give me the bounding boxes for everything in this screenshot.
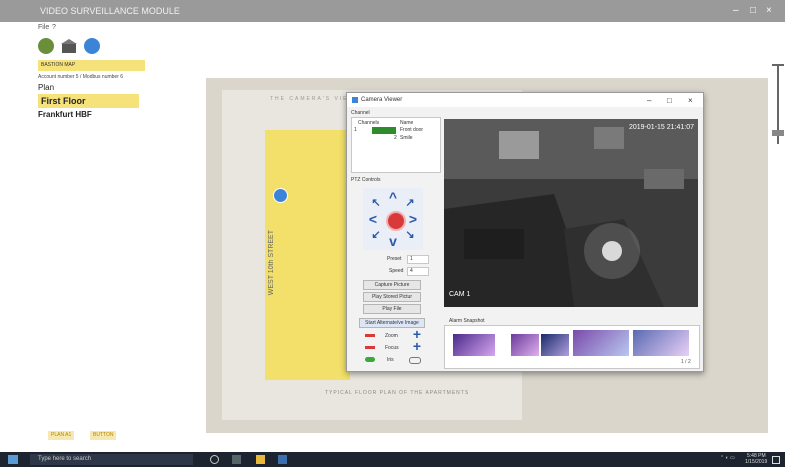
ptz-downleft-icon[interactable]: ↙	[368, 228, 384, 242]
camera-minimize-button[interactable]: –	[647, 96, 651, 105]
app-title: VIDEO SURVEILLANCE MODULE	[40, 6, 180, 16]
iris-label: Iris	[387, 357, 394, 363]
camera-maximize-button[interactable]: □	[667, 96, 672, 105]
snapshot-thumb[interactable]	[453, 334, 495, 356]
channel-name: Smile	[400, 135, 413, 141]
ptz-left-icon[interactable]: <	[365, 212, 381, 226]
network-icon[interactable]	[84, 38, 100, 54]
file-explorer-icon[interactable]	[256, 455, 265, 464]
floorplan-top-label: THE CAMERA'S VIEW	[270, 96, 356, 102]
table-row[interactable]: 1 Front door	[354, 127, 438, 134]
page-indicator: 1 / 2	[681, 359, 691, 365]
preset-label: Preset	[387, 256, 402, 262]
secondary-button[interactable]: BUTTON	[90, 431, 117, 440]
channel-name: Front door	[400, 127, 424, 133]
taskbar-search-input[interactable]: Type here to search	[30, 454, 193, 465]
notification-icon[interactable]	[772, 456, 780, 464]
minimize-button[interactable]: –	[733, 5, 739, 16]
globe-icon[interactable]	[38, 38, 54, 54]
menu-file[interactable]: File	[38, 24, 49, 31]
zoom-minus-icon[interactable]	[365, 334, 375, 337]
snapshot-thumb[interactable]	[511, 334, 539, 356]
title-bar: VIDEO SURVEILLANCE MODULE – □ ×	[0, 0, 785, 22]
ptz-center-button[interactable]	[386, 211, 406, 231]
iris-open-icon[interactable]	[365, 357, 375, 362]
maximize-button[interactable]: □	[750, 5, 756, 16]
ptz-label: PTZ Controls	[351, 177, 381, 183]
table-row[interactable]: 2 Smile	[354, 135, 438, 142]
video-camera-label: CAM 1	[449, 291, 471, 298]
channel-index: 1	[354, 127, 357, 133]
thumbs-pane: 1 / 2	[444, 325, 700, 369]
close-button[interactable]: ×	[766, 5, 772, 16]
channel-header: Channel	[351, 110, 370, 116]
sidebar-item-first-floor[interactable]: First Floor	[38, 94, 139, 108]
cortana-icon[interactable]	[210, 455, 219, 464]
play-file-button[interactable]: Play File	[363, 304, 421, 314]
video-feed[interactable]: 2019-01-15 21:41:07 CAM 1	[444, 119, 698, 307]
sidebar-item-site[interactable]: Frankfurt HBF	[38, 110, 148, 119]
camera-window-title: Camera Viewer	[361, 97, 403, 103]
zoom-slider-handle[interactable]	[772, 130, 784, 136]
ptz-up-icon[interactable]: ^	[385, 190, 401, 204]
floorplan-bottom-label: TYPICAL FLOOR PLAN OF THE APARTMENTS	[325, 390, 470, 396]
channel-list: Channels Name 1 Front door 2 Smile	[351, 117, 441, 173]
capture-picture-button[interactable]: Capture Picture	[363, 280, 421, 290]
camera-app-icon	[352, 97, 358, 103]
start-menu-icon[interactable]	[8, 455, 18, 464]
video-timestamp: 2019-01-15 21:41:07	[629, 124, 694, 131]
plan-button[interactable]: PLAN A1	[48, 431, 75, 440]
speed-label: Speed	[389, 268, 404, 274]
ptz-upleft-icon[interactable]: ↖	[368, 196, 384, 210]
iris-close-icon[interactable]	[409, 357, 421, 364]
camera-marker-icon[interactable]	[273, 188, 288, 203]
snapshot-thumb[interactable]	[573, 330, 629, 356]
snapshot-thumb[interactable]	[541, 334, 569, 356]
channel-index: 2	[394, 135, 397, 141]
sidebar: BASTION MAP Account number 5 / Modbus nu…	[38, 60, 148, 119]
focus-plus-icon[interactable]: +	[409, 339, 425, 353]
app-taskbar-icon[interactable]	[278, 455, 287, 464]
channel-col-channels: Channels	[358, 120, 380, 126]
sidebar-plan-label: Plan	[38, 83, 55, 92]
play-stored-picture-button[interactable]: Play Stored Pictur	[363, 292, 421, 302]
taskbar-date: 1/15/2019	[745, 459, 768, 465]
sidebar-box-label[interactable]: BASTION MAP	[38, 60, 145, 71]
thumbs-label: Alarm Snapshot	[449, 318, 485, 324]
camera-window: Camera Viewer – □ × Channel Channels Nam…	[346, 92, 704, 372]
preset-select[interactable]: 1	[407, 255, 429, 264]
ptz-right-icon[interactable]: >	[405, 212, 421, 226]
ptz-pad: ^ v < > ↖ ↗ ↙ ↘	[363, 188, 423, 250]
snapshot-thumb[interactable]	[633, 330, 689, 356]
building-icon[interactable]	[60, 39, 78, 53]
menu-help[interactable]: ?	[52, 24, 56, 31]
ptz-upright-icon[interactable]: ↗	[402, 196, 418, 210]
channel-status-bar	[372, 127, 396, 134]
speed-input[interactable]: 4	[407, 267, 429, 276]
floorplan-highlight-area[interactable]	[265, 130, 350, 380]
zoom-label: Zoom	[385, 333, 398, 339]
focus-minus-icon[interactable]	[365, 346, 375, 349]
floorplan-street-label: WEST 10th STREET	[268, 230, 275, 296]
menu-bar: File ?	[0, 22, 785, 34]
camera-close-button[interactable]: ×	[688, 96, 693, 105]
tray-icons[interactable]: ⌃ ◐ ▭	[720, 455, 735, 461]
focus-label: Focus	[385, 345, 399, 351]
channel-col-name: Name	[400, 120, 414, 126]
ptz-down-icon[interactable]: v	[385, 234, 401, 248]
ptz-downright-icon[interactable]: ↘	[402, 228, 418, 242]
sidebar-account-text: Account number 5 / Modbus number 6	[38, 74, 124, 80]
camera-window-titlebar: Camera Viewer – □ ×	[347, 93, 703, 107]
task-view-icon[interactable]	[232, 455, 241, 464]
